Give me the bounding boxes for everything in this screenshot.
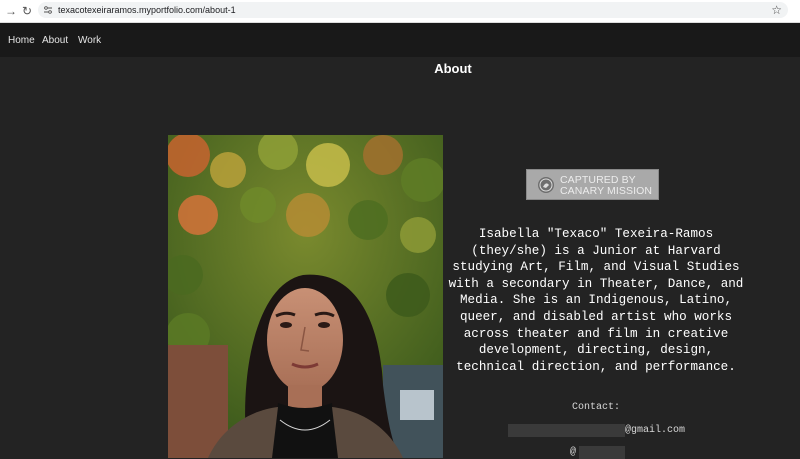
reload-icon[interactable]: ↻ bbox=[18, 2, 36, 20]
contact-email[interactable]: @gmail.com bbox=[508, 423, 685, 437]
bio-text: Isabella "Texaco" Texeira-Ramos (they/sh… bbox=[446, 226, 746, 375]
handle-prefix[interactable]: @ bbox=[570, 447, 576, 458]
bio-line: development, directing, design, bbox=[478, 343, 714, 358]
contact-handle[interactable]: @ bbox=[570, 445, 626, 459]
canary-mission-logo-icon bbox=[538, 177, 554, 193]
bio-line: technical direction, and performance. bbox=[456, 359, 736, 374]
bio-line: Media. She is an Indigenous, Latino, bbox=[459, 293, 733, 308]
browser-toolbar: → ↻ texacotexeiraramos.myportfolio.com/a… bbox=[0, 0, 800, 23]
stamp-line-2: CANARY MISSION bbox=[560, 185, 653, 197]
redacted-block bbox=[508, 423, 625, 437]
bio-line: with a secondary in Theater, Dance, and bbox=[448, 276, 744, 291]
captured-by-stamp: CAPTURED BY CANARY MISSION bbox=[526, 169, 659, 200]
email-domain[interactable]: @gmail.com bbox=[625, 425, 685, 436]
nav-work-link[interactable]: Work bbox=[78, 35, 101, 46]
portrait-photo bbox=[168, 135, 443, 458]
redacted-block bbox=[579, 445, 626, 459]
bio-line: (they/she) is a Junior at Harvard bbox=[471, 243, 721, 258]
bio-line: Isabella "Texaco" Texeira-Ramos bbox=[478, 227, 714, 241]
site-navigation: Home About Work bbox=[0, 23, 800, 57]
bio-line: queer, and disabled artist who works bbox=[459, 309, 733, 324]
bio-line: across theater and film in creative bbox=[463, 326, 729, 341]
address-bar[interactable]: texacotexeiraramos.myportfolio.com/about… bbox=[38, 2, 788, 18]
site-info-icon[interactable] bbox=[43, 5, 53, 15]
bookmark-star-icon[interactable]: ☆ bbox=[771, 3, 782, 17]
nav-about-link[interactable]: About bbox=[42, 35, 68, 46]
bio-line: studying Art, Film, and Visual Studies bbox=[452, 260, 740, 275]
contact-label: Contact: bbox=[571, 402, 620, 413]
page-title: About bbox=[434, 61, 472, 76]
nav-home-link[interactable]: Home bbox=[8, 35, 35, 46]
url-text[interactable]: texacotexeiraramos.myportfolio.com/about… bbox=[58, 5, 236, 15]
